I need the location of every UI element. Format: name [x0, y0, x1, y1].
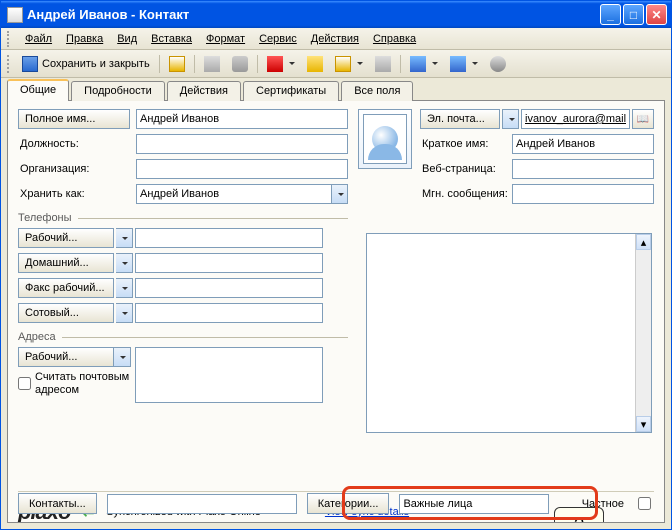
- prev-button[interactable]: [405, 53, 443, 75]
- separator: [159, 55, 160, 73]
- menu-format[interactable]: Формат: [200, 31, 251, 47]
- attach-button[interactable]: [227, 53, 253, 75]
- phone1-input[interactable]: [135, 228, 323, 248]
- phone4-type-dropdown[interactable]: [116, 303, 133, 323]
- up-arrow-icon: [410, 56, 426, 72]
- email-input[interactable]: [521, 109, 630, 129]
- contacts-input[interactable]: [107, 494, 297, 514]
- address-type-button[interactable]: Рабочий...: [18, 347, 114, 367]
- print-icon: [204, 56, 220, 72]
- company-label: Организация:: [18, 159, 130, 179]
- menu-edit[interactable]: Правка: [60, 31, 109, 47]
- jobtitle-label: Должность:: [18, 134, 130, 154]
- options-button[interactable]: [485, 53, 511, 75]
- tab-certificates[interactable]: Сертификаты: [243, 81, 339, 101]
- down-arrow-icon: [450, 56, 466, 72]
- gear-icon: [490, 56, 506, 72]
- send-button[interactable]: [164, 53, 190, 75]
- displayname-input[interactable]: [512, 134, 654, 154]
- phone3-type-dropdown[interactable]: [116, 278, 133, 298]
- notes-scrollbar[interactable]: ▴ ▾: [635, 234, 651, 432]
- fileas-dropdown[interactable]: [331, 184, 348, 204]
- menu-help[interactable]: Справка: [367, 31, 422, 47]
- assign-button[interactable]: [302, 53, 328, 75]
- send-icon: [169, 56, 185, 72]
- fullname-input[interactable]: [136, 109, 348, 129]
- phone4-type-button[interactable]: Сотовый...: [18, 303, 114, 323]
- flag-icon: [267, 56, 283, 72]
- phone2-type-dropdown[interactable]: [116, 253, 133, 273]
- fileas-label: Хранить как:: [18, 184, 130, 204]
- fullname-button[interactable]: Полное имя...: [18, 109, 130, 129]
- menubar-grip[interactable]: [7, 31, 13, 47]
- jobtitle-input[interactable]: [136, 134, 348, 154]
- webpage-label: Веб-страница:: [420, 159, 512, 179]
- im-input[interactable]: [512, 184, 654, 204]
- app-icon: [7, 7, 23, 23]
- displayname-label: Краткое имя:: [420, 134, 512, 154]
- menu-view[interactable]: Вид: [111, 31, 143, 47]
- categories-input[interactable]: [399, 494, 549, 514]
- address-input[interactable]: [135, 347, 323, 403]
- save-close-label: Сохранить и закрыть: [42, 58, 150, 70]
- menu-actions[interactable]: Действия: [305, 31, 365, 47]
- private-checkbox[interactable]: [638, 497, 651, 510]
- avatar-icon: [372, 126, 398, 152]
- categories-button[interactable]: Категории...: [307, 493, 390, 514]
- paperclip-icon: [232, 56, 248, 72]
- webpage-input[interactable]: [512, 159, 654, 179]
- addresses-group-label: Адреса: [18, 331, 56, 343]
- window-title: Андрей Иванов - Контакт: [27, 7, 600, 22]
- mailing-address-checkbox[interactable]: Считать почтовым адресом: [18, 371, 133, 396]
- email-button[interactable]: Эл. почта...: [420, 109, 500, 129]
- contact-photo[interactable]: [358, 109, 412, 169]
- toolbar-grip[interactable]: [7, 55, 13, 73]
- menu-insert[interactable]: Вставка: [145, 31, 198, 47]
- address-type-dropdown[interactable]: [114, 347, 131, 367]
- minimize-button[interactable]: _: [600, 4, 621, 25]
- folder-icon: [335, 56, 351, 72]
- email-dropdown[interactable]: [502, 109, 519, 129]
- phone2-input[interactable]: [135, 253, 323, 273]
- flag-button[interactable]: [262, 53, 300, 75]
- assign-icon: [307, 56, 323, 72]
- save-close-button[interactable]: Сохранить и закрыть: [17, 53, 155, 75]
- phone3-input[interactable]: [135, 278, 323, 298]
- private-label: Частное: [582, 498, 624, 510]
- menu-tools[interactable]: Сервис: [253, 31, 303, 47]
- phone2-type-button[interactable]: Домашний...: [18, 253, 114, 273]
- separator: [194, 55, 195, 73]
- menu-file[interactable]: Файл: [19, 31, 58, 47]
- im-label: Мгн. сообщения:: [420, 184, 512, 204]
- phone1-type-button[interactable]: Рабочий...: [18, 228, 114, 248]
- company-input[interactable]: [136, 159, 348, 179]
- scroll-up-button[interactable]: ▴: [636, 234, 651, 250]
- next-button[interactable]: [445, 53, 483, 75]
- separator: [400, 55, 401, 73]
- scroll-down-button[interactable]: ▾: [636, 416, 651, 432]
- phone1-type-dropdown[interactable]: [116, 228, 133, 248]
- close-button[interactable]: ✕: [646, 4, 667, 25]
- print-button[interactable]: [199, 53, 225, 75]
- fileas-input[interactable]: [136, 184, 331, 204]
- phone3-type-button[interactable]: Факс рабочий...: [18, 278, 114, 298]
- addressbook-button[interactable]: 📖: [632, 109, 654, 129]
- tab-general[interactable]: Общие: [7, 79, 69, 101]
- tab-details[interactable]: Подробности: [71, 81, 165, 101]
- maximize-button[interactable]: □: [623, 4, 644, 25]
- tab-activities[interactable]: Действия: [167, 81, 241, 101]
- save-icon: [22, 56, 38, 72]
- separator: [257, 55, 258, 73]
- phones-group-label: Телефоны: [18, 212, 72, 224]
- contacts-button[interactable]: Контакты...: [18, 493, 97, 514]
- folder-button[interactable]: [330, 53, 368, 75]
- card-button[interactable]: [370, 53, 396, 75]
- phone4-input[interactable]: [135, 303, 323, 323]
- card-icon: [375, 56, 391, 72]
- tab-all-fields[interactable]: Все поля: [341, 81, 413, 101]
- notes-textarea[interactable]: ▴ ▾: [366, 233, 652, 433]
